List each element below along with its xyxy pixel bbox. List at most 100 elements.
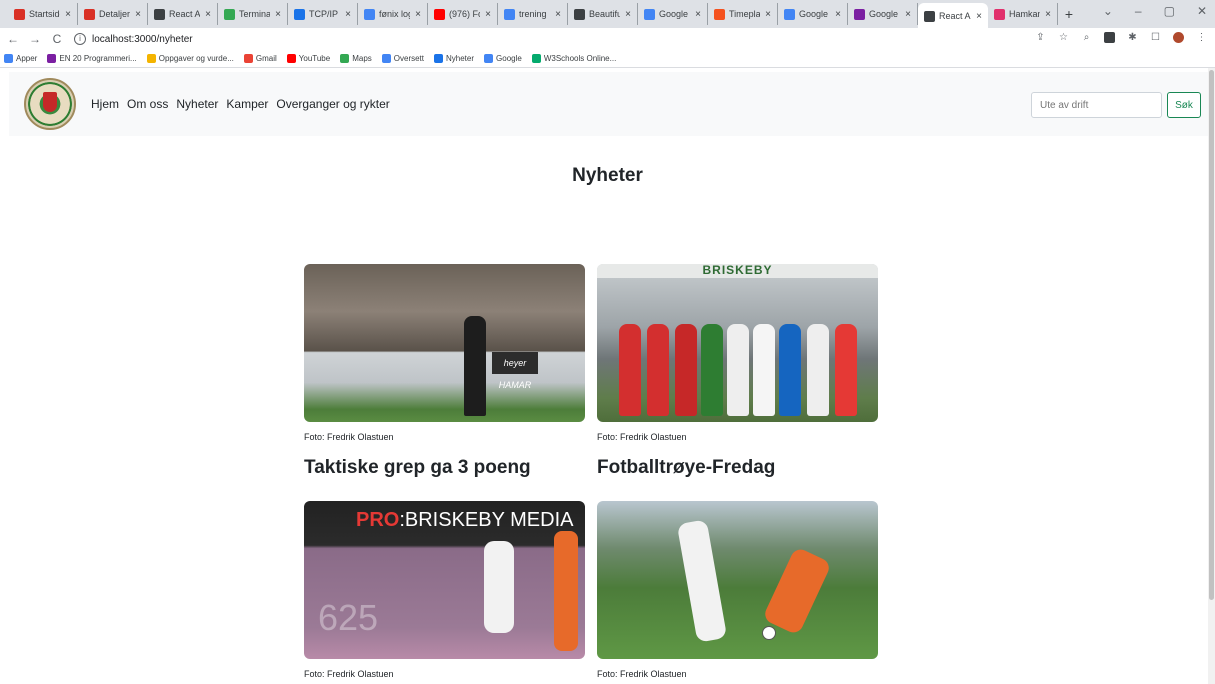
bookmark-star-icon[interactable]: ☆ — [1058, 32, 1069, 43]
close-tab-icon[interactable]: × — [905, 9, 911, 20]
player-figure — [835, 324, 857, 416]
tab-title: Google — [799, 9, 829, 19]
search-icon[interactable]: ⌕ — [1081, 32, 1092, 43]
bookmark-label: Google — [496, 54, 522, 63]
news-card[interactable]: heyer HAMAR Foto: Fredrik Olastuen Takti… — [304, 264, 585, 479]
news-headline[interactable]: Fotballtrøye-Fredag — [597, 457, 878, 479]
tab-favicon-icon — [574, 8, 585, 20]
sidepanel-icon[interactable]: ☐ — [1150, 32, 1161, 43]
close-tab-icon[interactable]: × — [625, 9, 631, 20]
news-photo[interactable]: BRISKEBY — [597, 264, 878, 422]
bookmarks-bar: Apper EN 20 Programmeri... Oppgaver og vur… — [0, 50, 1215, 68]
bookmark-icon — [484, 54, 494, 63]
maximize-icon[interactable]: ▢ — [1164, 4, 1175, 18]
bookmark-item[interactable]: Nyheter — [434, 54, 474, 63]
browser-tab[interactable]: Google × — [848, 3, 918, 25]
bookmark-label: W3Schools Online... — [543, 54, 617, 63]
browser-tab[interactable]: Google × — [638, 3, 708, 25]
profile-avatar[interactable] — [1173, 32, 1184, 43]
browser-tab[interactable]: Google × — [778, 3, 848, 25]
close-tab-icon[interactable]: × — [65, 9, 71, 20]
bookmark-icon — [4, 54, 13, 63]
close-tab-icon[interactable]: × — [205, 9, 211, 20]
bookmark-icon — [340, 54, 350, 63]
menu-dots-icon[interactable]: ⋮ — [1196, 32, 1207, 43]
reload-icon[interactable]: C — [48, 32, 66, 46]
close-tab-icon[interactable]: × — [415, 9, 421, 20]
bookmark-item[interactable]: EN 20 Programmeri... — [47, 54, 137, 63]
minimize-icon[interactable]: – — [1135, 4, 1142, 18]
tab-title: React Ap — [939, 11, 971, 21]
news-photo[interactable] — [597, 501, 878, 659]
bookmark-item[interactable]: Maps — [340, 54, 372, 63]
close-tab-icon[interactable]: × — [695, 9, 701, 20]
tab-favicon-icon — [644, 8, 655, 20]
bookmark-item[interactable]: Gmail — [243, 54, 277, 63]
back-arrow-icon[interactable]: ← — [4, 32, 22, 46]
browser-toolbar: ← → C i localhost:3000/nyheter ⇪ ☆ ⌕ ✱ ☐… — [0, 28, 1215, 50]
close-tab-icon[interactable]: × — [765, 9, 771, 20]
browser-tab[interactable]: Timepla × — [708, 3, 778, 25]
extension-icon[interactable] — [1104, 32, 1115, 43]
browser-tab[interactable]: Detaljer × — [78, 3, 148, 25]
browser-tab[interactable]: Hamkam × — [988, 3, 1058, 25]
search-input[interactable] — [1031, 92, 1162, 118]
close-tab-icon[interactable]: × — [485, 9, 491, 20]
tab-favicon-icon — [924, 10, 935, 22]
nav-link[interactable]: Hjem — [91, 97, 119, 111]
bookmark-item[interactable]: Oversett — [381, 54, 424, 63]
bookmark-item[interactable]: W3Schools Online... — [531, 54, 617, 63]
close-tab-icon[interactable]: × — [976, 11, 982, 22]
puzzle-icon[interactable]: ✱ — [1127, 32, 1138, 43]
search-button[interactable]: Søk — [1167, 92, 1201, 118]
browser-tab[interactable]: React App × — [148, 3, 218, 25]
address-bar[interactable]: i localhost:3000/nyheter — [74, 33, 193, 45]
browser-tab[interactable]: React Ap × — [918, 3, 988, 29]
player-figure — [727, 324, 749, 416]
close-tab-icon[interactable]: × — [135, 9, 141, 20]
news-card[interactable]: BRISKEBY Foto: Fredrik Olastuen Fotballt… — [597, 264, 878, 479]
close-tab-icon[interactable]: × — [275, 9, 281, 20]
browser-tab[interactable]: Startside × — [8, 3, 78, 25]
close-window-icon[interactable]: ✕ — [1197, 4, 1207, 18]
player-figure — [484, 541, 514, 633]
tab-search-icon[interactable]: ⌄ — [1103, 4, 1113, 18]
site-navbar: Hjem Om oss Nyheter Kamper Overganger og ryk… — [9, 72, 1208, 136]
bookmark-item[interactable]: Google — [484, 54, 522, 63]
news-headline[interactable]: Taktiske grep ga 3 poeng — [304, 457, 585, 479]
tab-favicon-icon — [714, 8, 725, 20]
bookmark-icon — [381, 54, 391, 63]
share-icon[interactable]: ⇪ — [1035, 32, 1046, 43]
tab-strip: Startside×Detaljer×React App×Terminal×TC… — [0, 0, 1215, 29]
nav-link[interactable]: Om oss — [127, 97, 168, 111]
bookmark-item[interactable]: YouTube — [286, 54, 330, 63]
tab-title: (976) Fo — [449, 9, 481, 19]
forward-arrow-icon[interactable]: → — [26, 32, 44, 46]
nav-link[interactable]: Kamper — [226, 97, 268, 111]
browser-tab[interactable]: Beautifu × — [568, 3, 638, 25]
bookmark-item[interactable]: Apper — [4, 54, 37, 63]
close-tab-icon[interactable]: × — [1045, 9, 1051, 20]
browser-tab[interactable]: trening × — [498, 3, 568, 25]
stadium-banner: BRISKEBY — [597, 264, 878, 278]
news-photo[interactable]: PRO:BRISKEBY MEDIA 625 — [304, 501, 585, 659]
close-tab-icon[interactable]: × — [555, 9, 561, 20]
tab-title: Google — [659, 9, 689, 19]
new-tab-button[interactable]: + — [1058, 6, 1080, 22]
info-icon[interactable]: i — [74, 33, 86, 45]
browser-tab[interactable]: fønix log × — [358, 3, 428, 25]
nav-link[interactable]: Nyheter — [176, 97, 218, 111]
scrollbar-thumb[interactable] — [1209, 70, 1214, 600]
news-photo[interactable]: heyer HAMAR — [304, 264, 585, 422]
news-card[interactable]: PRO:BRISKEBY MEDIA 625 Foto: Fredrik Ola… — [304, 501, 585, 679]
browser-tab[interactable]: TCP/IP × — [288, 3, 358, 25]
tab-title: Timepla — [729, 9, 761, 19]
close-tab-icon[interactable]: × — [345, 9, 351, 20]
browser-tab[interactable]: (976) Fo × — [428, 3, 498, 25]
close-tab-icon[interactable]: × — [835, 9, 841, 20]
club-logo[interactable] — [24, 78, 76, 130]
bookmark-item[interactable]: Oppgaver og vurde... — [146, 54, 234, 63]
news-card[interactable]: Foto: Fredrik Olastuen — [597, 501, 878, 679]
nav-link[interactable]: Overganger og rykter — [276, 97, 389, 111]
browser-tab[interactable]: Terminal × — [218, 3, 288, 25]
